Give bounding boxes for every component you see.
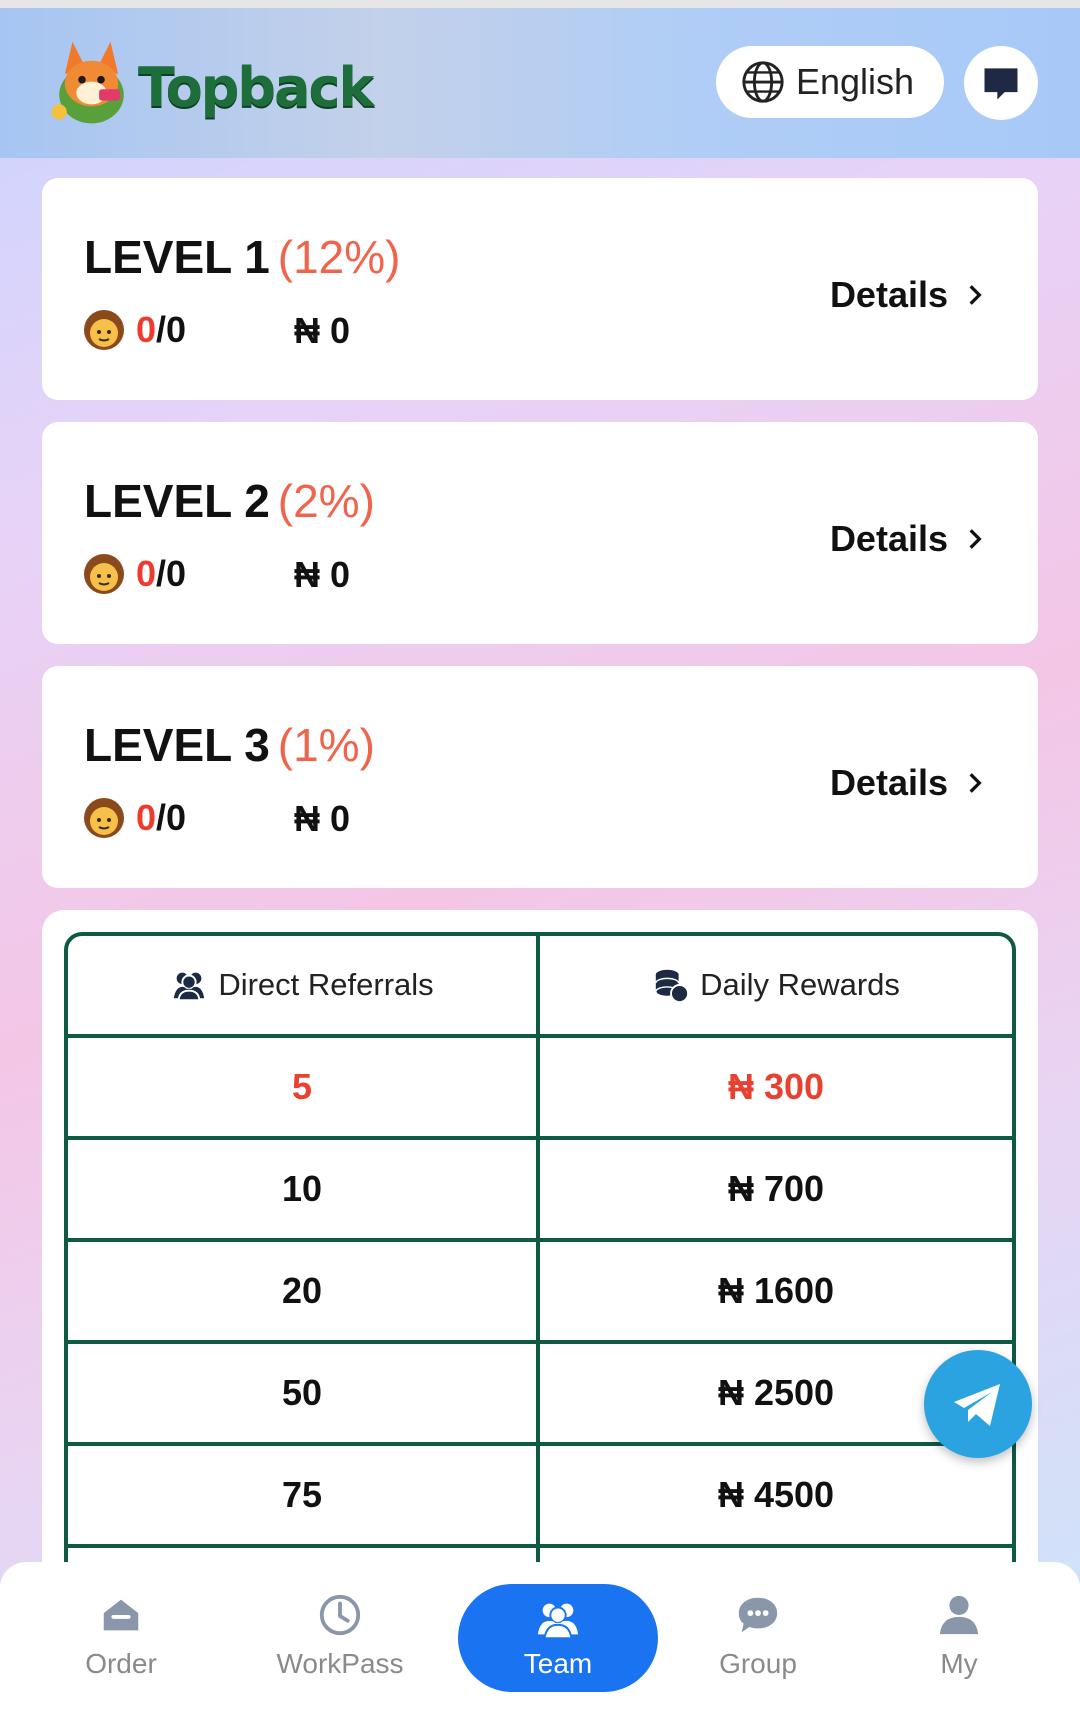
level-card-3: LEVEL 3 (1%) 0/0 ₦ 0 Details	[42, 666, 1038, 888]
level-card-2: LEVEL 2 (2%) 0/0 ₦ 0 Details	[42, 422, 1038, 644]
header: Topback English	[0, 8, 1080, 158]
rewards-panel: Direct Referrals Daily Rewards 5 ₦ 300 1…	[42, 910, 1038, 1650]
team-icon	[537, 1603, 579, 1640]
referrals-cell: 5	[68, 1038, 540, 1136]
level-member-count: 0/0	[82, 552, 186, 596]
level-member-count: 0/0	[82, 308, 186, 352]
table-row: 75 ₦ 4500	[68, 1446, 1012, 1548]
level-percent: (1%)	[277, 719, 375, 771]
nav-my[interactable]: My	[859, 1562, 1059, 1716]
telegram-button[interactable]	[924, 1350, 1032, 1458]
level-amount: ₦ 0	[294, 798, 351, 839]
reward-cell: ₦ 300	[727, 1066, 825, 1107]
member-face-icon	[84, 798, 124, 838]
level-percent: (12%)	[277, 231, 401, 283]
member-face-icon	[84, 310, 124, 350]
level-member-count: 0/0	[82, 796, 186, 840]
chevron-right-icon	[969, 285, 982, 305]
header-daily-rewards: Daily Rewards	[540, 936, 1012, 1034]
telegram-icon	[954, 1384, 1000, 1426]
clock-icon	[319, 1594, 361, 1636]
language-label: English	[796, 61, 915, 102]
referrals-cell: 75	[68, 1446, 540, 1544]
reward-cell: ₦ 700	[727, 1168, 825, 1209]
member-face-icon	[84, 554, 124, 594]
order-icon	[103, 1599, 139, 1631]
level-details-link[interactable]: Details	[830, 274, 988, 316]
brand-name: Topback	[138, 56, 374, 119]
table-row: 20 ₦ 1600	[68, 1242, 1012, 1344]
chevron-right-icon	[969, 773, 982, 793]
reward-cell: ₦ 4500	[717, 1474, 835, 1515]
level-title: LEVEL 2 (2%)	[84, 475, 375, 527]
level-title: LEVEL 1 (12%)	[84, 231, 401, 283]
people-icon	[174, 972, 205, 1002]
referrals-cell: 20	[68, 1242, 540, 1340]
table-row: 5 ₦ 300	[68, 1038, 1012, 1140]
level-card-1: LEVEL 1 (12%) 0/0 ₦ 0 Details	[42, 178, 1038, 400]
level-details-link[interactable]: Details	[830, 518, 988, 560]
user-icon	[939, 1595, 979, 1635]
reward-cell: ₦ 1600	[717, 1270, 835, 1311]
logo	[44, 36, 139, 131]
globe-icon	[742, 61, 784, 103]
level-details-link[interactable]: Details	[830, 762, 988, 804]
chevron-right-icon	[969, 529, 982, 549]
chat-bubble-icon	[984, 68, 1018, 100]
nav-workpass[interactable]: WorkPass	[240, 1562, 440, 1716]
level-percent: (2%)	[277, 475, 375, 527]
level-amount: ₦ 0	[294, 310, 351, 351]
nav-order[interactable]: Order	[21, 1562, 221, 1716]
top-divider	[0, 0, 1080, 8]
level-title: LEVEL 3 (1%)	[84, 719, 375, 771]
coins-icon	[655, 969, 690, 1004]
rewards-table: Direct Referrals Daily Rewards 5 ₦ 300 1…	[64, 932, 1016, 1650]
language-selector[interactable]: English	[716, 46, 944, 118]
nav-team[interactable]: Team	[458, 1584, 658, 1692]
group-chat-icon	[738, 1597, 778, 1633]
level-amount: ₦ 0	[294, 554, 351, 595]
table-header-row: Direct Referrals Daily Rewards	[68, 936, 1012, 1038]
referrals-cell: 10	[68, 1140, 540, 1238]
table-row: 10 ₦ 700	[68, 1140, 1012, 1242]
table-row: 50 ₦ 2500	[68, 1344, 1012, 1446]
nav-group[interactable]: Group	[658, 1562, 858, 1716]
header-direct-referrals: Direct Referrals	[68, 936, 540, 1034]
bottom-nav: Order WorkPass Team Group My	[0, 1562, 1080, 1716]
referrals-cell: 50	[68, 1344, 540, 1442]
chat-button[interactable]	[964, 46, 1038, 120]
